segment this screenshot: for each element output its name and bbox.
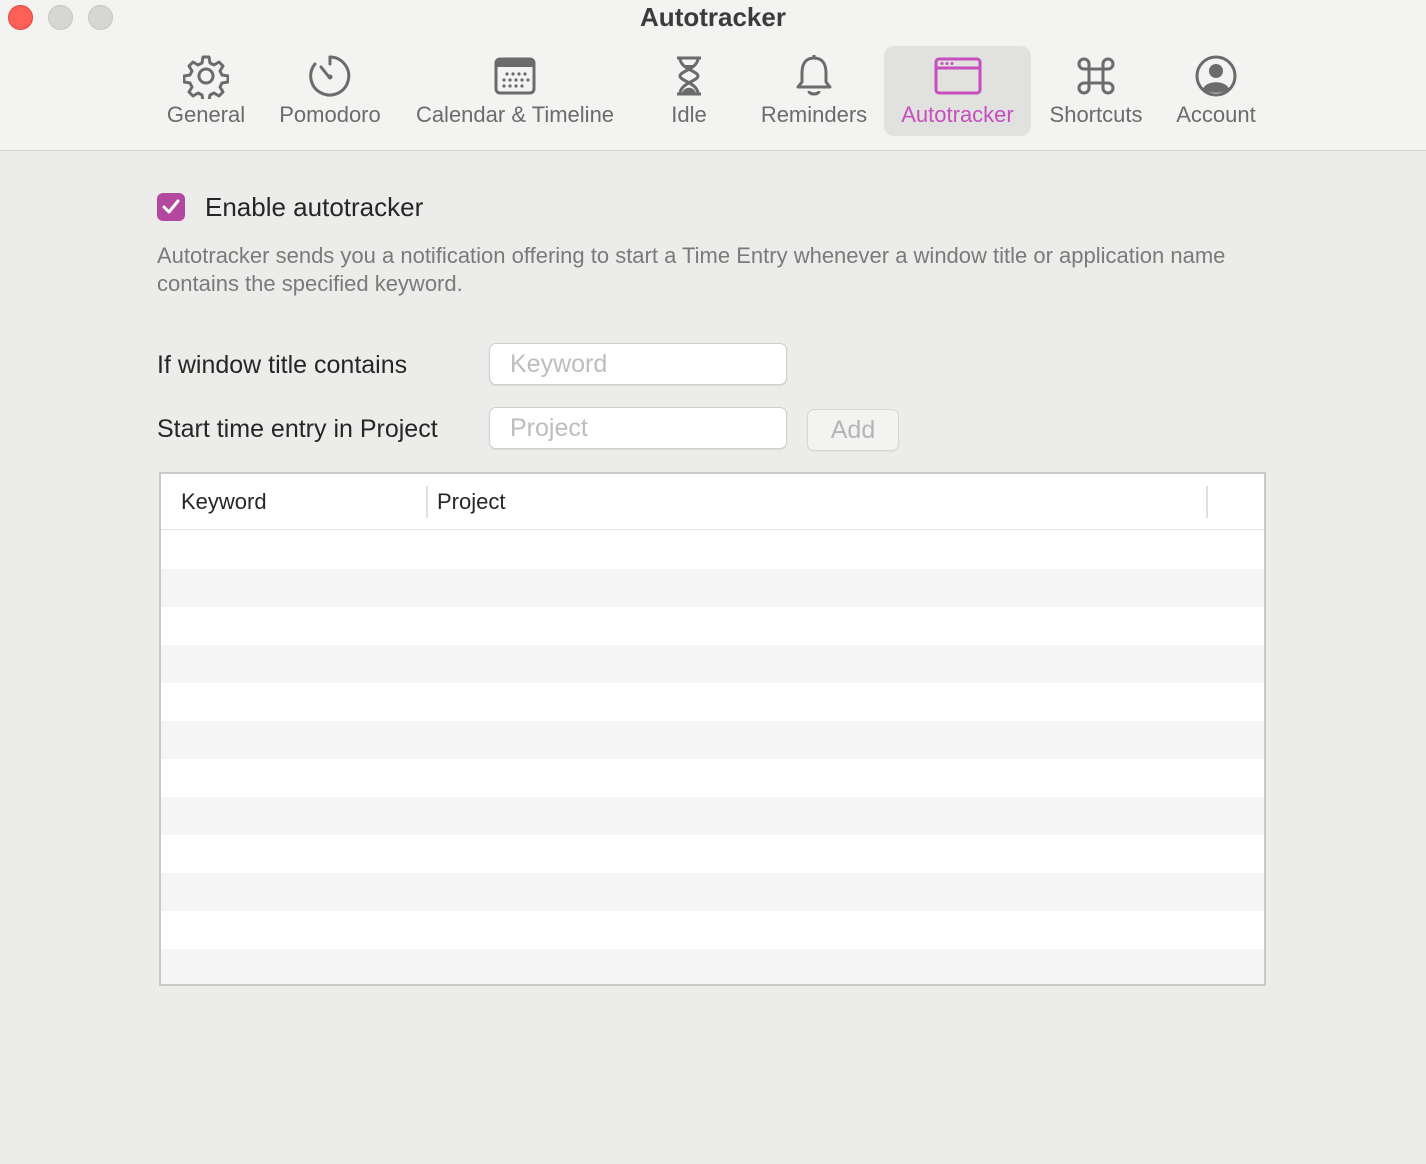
column-separator[interactable]	[426, 486, 428, 518]
toolbar-label-account: Account	[1176, 102, 1256, 127]
window-titlebar: Autotracker General Pomodoro Calendar & …	[0, 0, 1426, 151]
calendar-icon	[494, 52, 536, 100]
toolbar-item-account[interactable]: Account	[1166, 46, 1266, 136]
table-row	[161, 721, 1264, 759]
toolbar-label-calendar-timeline: Calendar & Timeline	[415, 102, 615, 127]
toolbar-label-shortcuts: Shortcuts	[1049, 102, 1143, 127]
table-header: Keyword Project	[161, 474, 1264, 530]
hourglass-icon	[674, 52, 704, 100]
table-row	[161, 797, 1264, 835]
table-row	[161, 759, 1264, 797]
toolbar-item-autotracker[interactable]: Autotracker	[884, 46, 1031, 136]
user-circle-icon	[1194, 52, 1238, 100]
keyword-label: If window title contains	[157, 351, 408, 379]
bell-icon	[794, 52, 834, 100]
enable-autotracker-label: Enable autotracker	[205, 192, 424, 222]
toolbar-item-reminders[interactable]: Reminders	[754, 46, 874, 136]
add-rule-button[interactable]: Add	[807, 409, 899, 451]
table-row	[161, 645, 1264, 683]
timer-icon	[307, 52, 353, 100]
toolbar-label-general: General	[166, 102, 246, 127]
table-row	[161, 911, 1264, 949]
column-header-keyword[interactable]: Keyword	[181, 488, 267, 516]
window-title: Autotracker	[640, 2, 786, 32]
command-icon	[1075, 52, 1117, 100]
table-row	[161, 873, 1264, 911]
project-label: Start time entry in Project	[157, 415, 438, 443]
table-row	[161, 683, 1264, 721]
table-row	[161, 949, 1264, 984]
toolbar-item-general[interactable]: General	[160, 46, 252, 136]
table-row	[161, 835, 1264, 873]
toolbar-item-shortcuts[interactable]: Shortcuts	[1040, 46, 1152, 136]
table-row	[161, 607, 1264, 645]
toolbar-label-idle: Idle	[671, 102, 707, 127]
toolbar-item-idle[interactable]: Idle	[656, 46, 722, 136]
toolbar-label-reminders: Reminders	[760, 102, 868, 127]
window-icon	[934, 52, 982, 100]
autotracker-description: Autotracker sends you a notification off…	[157, 243, 1226, 296]
rules-table: Keyword Project	[159, 472, 1266, 986]
column-separator[interactable]	[1206, 486, 1208, 518]
table-row	[161, 569, 1264, 607]
project-input[interactable]	[489, 407, 787, 449]
checkmark-icon	[162, 199, 180, 214]
table-row	[161, 531, 1264, 569]
toolbar-item-pomodoro[interactable]: Pomodoro	[272, 46, 388, 136]
toolbar-label-pomodoro: Pomodoro	[279, 102, 381, 127]
toolbar-item-calendar-timeline[interactable]: Calendar & Timeline	[404, 46, 626, 136]
keyword-input[interactable]	[489, 343, 787, 385]
enable-autotracker-checkbox[interactable]	[157, 193, 185, 221]
toolbar-label-autotracker: Autotracker	[901, 102, 1014, 127]
gear-icon	[183, 52, 229, 100]
column-header-project[interactable]: Project	[437, 488, 505, 516]
table-rows	[161, 531, 1264, 984]
